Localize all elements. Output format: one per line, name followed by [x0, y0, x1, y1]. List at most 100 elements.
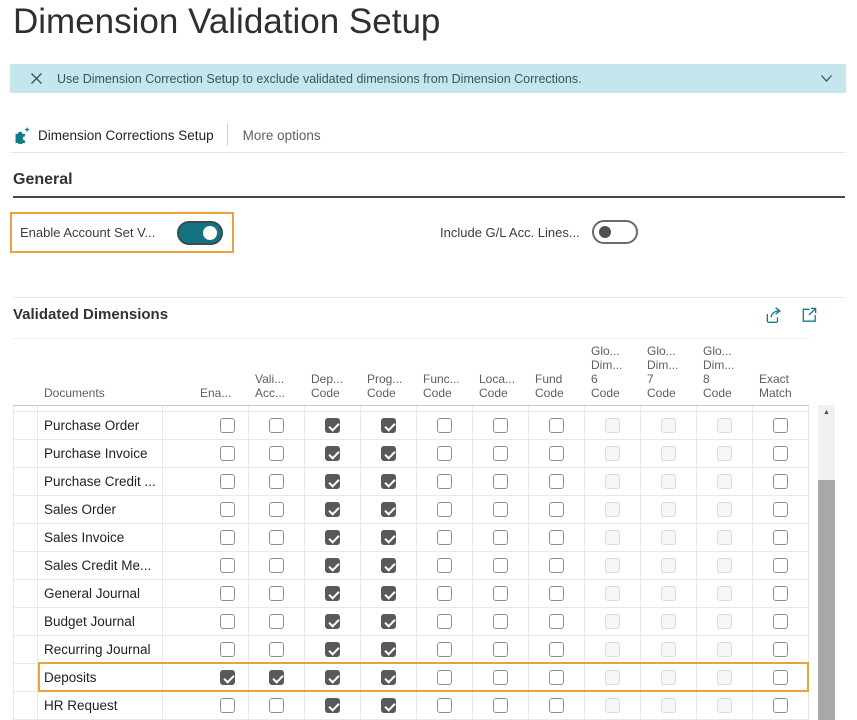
checkbox-function_code[interactable] [437, 474, 452, 489]
column-header-enabled[interactable]: Ena... [163, 386, 249, 405]
checkbox-location_code[interactable] [493, 642, 508, 657]
checkbox-fund_code[interactable] [549, 670, 564, 685]
checkbox-enabled[interactable] [220, 530, 235, 545]
checkbox-fund_code[interactable] [549, 502, 564, 517]
checkbox-program_code[interactable] [381, 698, 396, 713]
include-gl-acc-lines-toggle[interactable] [592, 220, 638, 244]
document-cell[interactable]: Budget Journal [38, 608, 163, 635]
checkbox-function_code[interactable] [437, 558, 452, 573]
row-selector-cell[interactable] [13, 440, 38, 467]
checkbox-department_code[interactable] [325, 474, 340, 489]
column-header-global_dim_7_code[interactable]: Glo...Dim...7Code [641, 344, 697, 405]
scroll-up-button[interactable]: ▲ [818, 405, 835, 420]
checkbox-validate_account[interactable] [269, 418, 284, 433]
column-header-function_code[interactable]: Func...Code [417, 372, 473, 405]
enable-account-set-toggle[interactable] [177, 221, 223, 245]
focus-mode-icon[interactable] [800, 306, 818, 324]
checkbox-function_code[interactable] [437, 446, 452, 461]
checkbox-department_code[interactable] [325, 586, 340, 601]
checkbox-function_code[interactable] [437, 670, 452, 685]
checkbox-department_code[interactable] [325, 670, 340, 685]
checkbox-enabled[interactable] [220, 670, 235, 685]
row-selector-cell[interactable] [13, 580, 38, 607]
checkbox-enabled[interactable] [220, 642, 235, 657]
checkbox-fund_code[interactable] [549, 614, 564, 629]
checkbox-location_code[interactable] [493, 446, 508, 461]
checkbox-location_code[interactable] [493, 558, 508, 573]
checkbox-validate_account[interactable] [269, 670, 284, 685]
checkbox-validate_account[interactable] [269, 642, 284, 657]
checkbox-fund_code[interactable] [549, 586, 564, 601]
column-header-program_code[interactable]: Prog...Code [361, 372, 417, 405]
checkbox-function_code[interactable] [437, 642, 452, 657]
checkbox-program_code[interactable] [381, 614, 396, 629]
document-cell[interactable]: Deposits [38, 664, 163, 691]
checkbox-department_code[interactable] [325, 502, 340, 517]
checkbox-department_code[interactable] [325, 530, 340, 545]
row-selector-cell[interactable] [13, 664, 38, 691]
column-header-location_code[interactable]: Loca...Code [473, 372, 529, 405]
document-cell[interactable]: General Journal [38, 580, 163, 607]
checkbox-fund_code[interactable] [549, 446, 564, 461]
row-selector-cell[interactable] [13, 496, 38, 523]
column-header-global_dim_8_code[interactable]: Glo...Dim...8Code [697, 344, 753, 405]
checkbox-exact_match[interactable] [773, 558, 788, 573]
checkbox-department_code[interactable] [325, 446, 340, 461]
checkbox-fund_code[interactable] [549, 474, 564, 489]
checkbox-validate_account[interactable] [269, 586, 284, 601]
checkbox-validate_account[interactable] [269, 502, 284, 517]
row-selector-cell[interactable] [13, 608, 38, 635]
checkbox-location_code[interactable] [493, 670, 508, 685]
checkbox-function_code[interactable] [437, 586, 452, 601]
row-selector-cell[interactable] [13, 468, 38, 495]
column-header-exact_match[interactable]: ExactMatch [753, 372, 809, 405]
checkbox-location_code[interactable] [493, 530, 508, 545]
checkbox-validate_account[interactable] [269, 698, 284, 713]
checkbox-program_code[interactable] [381, 446, 396, 461]
checkbox-program_code[interactable] [381, 642, 396, 657]
checkbox-exact_match[interactable] [773, 586, 788, 601]
close-icon[interactable] [30, 72, 43, 85]
checkbox-location_code[interactable] [493, 418, 508, 433]
checkbox-function_code[interactable] [437, 614, 452, 629]
document-cell[interactable]: HR Request [38, 692, 163, 719]
document-cell[interactable]: Purchase Credit ... [38, 468, 163, 495]
dimension-corrections-setup-action[interactable]: Dimension Corrections Setup [13, 127, 214, 144]
checkbox-fund_code[interactable] [549, 530, 564, 545]
checkbox-location_code[interactable] [493, 474, 508, 489]
column-header-validate_account[interactable]: Vali...Acc... [249, 372, 305, 405]
document-cell[interactable]: Sales Order [38, 496, 163, 523]
checkbox-exact_match[interactable] [773, 614, 788, 629]
checkbox-program_code[interactable] [381, 474, 396, 489]
checkbox-validate_account[interactable] [269, 614, 284, 629]
checkbox-program_code[interactable] [381, 558, 396, 573]
checkbox-function_code[interactable] [437, 530, 452, 545]
checkbox-program_code[interactable] [381, 586, 396, 601]
checkbox-enabled[interactable] [220, 698, 235, 713]
document-cell[interactable]: Purchase Invoice [38, 440, 163, 467]
checkbox-fund_code[interactable] [549, 558, 564, 573]
checkbox-exact_match[interactable] [773, 502, 788, 517]
checkbox-function_code[interactable] [437, 418, 452, 433]
document-cell[interactable]: Sales Invoice [38, 524, 163, 551]
checkbox-program_code[interactable] [381, 418, 396, 433]
checkbox-program_code[interactable] [381, 530, 396, 545]
checkbox-fund_code[interactable] [549, 642, 564, 657]
checkbox-exact_match[interactable] [773, 642, 788, 657]
checkbox-location_code[interactable] [493, 502, 508, 517]
document-cell[interactable]: Recurring Journal [38, 636, 163, 663]
checkbox-department_code[interactable] [325, 698, 340, 713]
column-header-fund_code[interactable]: FundCode [529, 372, 585, 405]
checkbox-department_code[interactable] [325, 418, 340, 433]
checkbox-exact_match[interactable] [773, 446, 788, 461]
checkbox-department_code[interactable] [325, 614, 340, 629]
checkbox-exact_match[interactable] [773, 474, 788, 489]
checkbox-location_code[interactable] [493, 698, 508, 713]
checkbox-location_code[interactable] [493, 614, 508, 629]
scrollbar-thumb[interactable] [818, 480, 835, 720]
column-header-department_code[interactable]: Dep...Code [305, 372, 361, 405]
checkbox-exact_match[interactable] [773, 530, 788, 545]
checkbox-enabled[interactable] [220, 474, 235, 489]
document-cell[interactable]: Purchase Order [38, 412, 163, 439]
checkbox-validate_account[interactable] [269, 474, 284, 489]
